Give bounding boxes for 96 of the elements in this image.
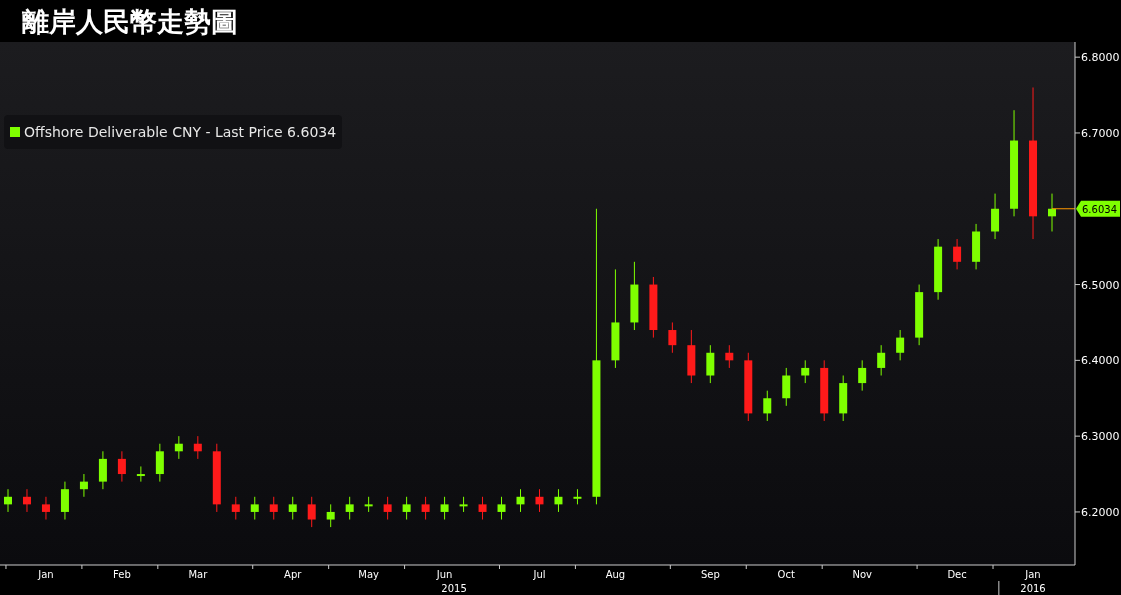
x-tick-label: Feb [113,569,131,580]
year-label: 2016 [1020,583,1046,594]
candlestick [136,465,145,483]
x-tick-label: Dec [947,569,967,580]
candlestick [687,329,696,384]
candlestick [934,238,943,301]
candlestick [915,284,924,346]
x-tick-label: Sep [700,569,720,580]
y-tick-label: 6.2000 [1081,505,1120,519]
x-tick-label: Apr [284,569,303,580]
last-price-tag: 6.6034 [1076,200,1120,217]
x-tick-label: Jun [435,569,453,580]
candlestick [364,496,373,513]
y-axis-tick: 6.4000 [1074,354,1120,368]
candlestick [231,496,240,520]
candlestick [440,496,449,520]
y-axis-tick: 6.3000 [1074,430,1120,444]
chart-title: 離岸人民幣走勢圖 [22,7,238,35]
x-axis-tick: Jul [499,564,546,580]
x-axis-tick: Nov [821,564,872,580]
x-tick-label: Jul [532,569,546,580]
candlestick [877,344,886,376]
x-axis-tick: Aug [574,564,626,580]
candlestick [801,359,810,384]
candlestick [1048,193,1056,232]
x-axis-tick: Feb [81,564,131,580]
candlestick [763,390,772,422]
candlestick [459,496,468,513]
y-tick-label: 6.8000 [1081,51,1120,65]
candlestick [820,359,829,422]
candlestick [402,496,411,520]
x-axis-tick: May [328,564,379,580]
candlestick [706,344,715,384]
x-axis-tick: Oct [745,564,795,580]
candlestick [288,496,297,520]
candlestick [4,488,12,513]
x-tick-label: Nov [852,569,873,580]
last-price-line [1051,208,1076,210]
y-axis-tick: 6.5000 [1074,278,1120,292]
candlestick [516,488,525,513]
candlestick [421,496,430,520]
candlestick [212,443,221,513]
x-tick-label: Mar [188,569,209,580]
candlestick [896,329,905,361]
x-axis-tick: Dec [916,564,967,580]
candlestick [782,367,791,407]
candlestick [326,503,335,528]
candlestick [193,435,202,460]
y-tick-label: 6.3000 [1081,430,1120,444]
legend-label: Offshore Deliverable CNY - Last Price 6.6034 [24,122,337,142]
candlestick [839,375,848,422]
x-tick-label: Jan [1024,569,1041,580]
x-axis-tick: Jan [5,564,54,580]
candlestick [478,496,487,520]
x-axis-tick: Jun [404,564,453,580]
y-axis-tick: 6.7000 [1074,126,1120,140]
y-axis-tick: 6.2000 [1074,505,1120,519]
candlestick [383,496,392,520]
x-tick-label: Jan [37,569,54,580]
x-axis-tick: Apr [252,564,302,580]
candlestick [668,321,677,354]
candlestick [497,496,506,520]
x-tick-label: May [358,569,380,580]
candlestick [174,435,183,460]
candlestick [953,238,962,270]
x-tick-label: Oct [777,569,795,580]
candlestick [858,359,867,392]
x-tick-label: Aug [605,569,626,580]
candlestick [554,488,563,513]
y-tick-label: 6.4000 [1081,354,1120,368]
candlestick [535,488,544,513]
candlestick [60,481,69,520]
y-tick-label: 6.5000 [1081,278,1120,292]
candlestick [649,276,658,339]
candlestick [307,496,316,528]
candlestick [98,450,107,490]
candlestick [345,496,354,520]
candlestick [23,488,31,513]
x-axis-tick: Mar [157,564,208,580]
candlestick [972,223,981,270]
candlestick [117,450,126,483]
candlestick [725,344,734,369]
candlestick [744,352,753,422]
x-axis-tick: Jan [992,564,1041,580]
year-label: 2015 [441,583,467,594]
candlestick [79,473,88,498]
candlestick [155,443,164,483]
candlestick [991,193,1000,240]
candlestick [269,496,278,520]
y-axis-tick: 6.8000 [1074,51,1120,65]
candlestick [573,488,582,505]
x-axis-tick: Sep [669,564,720,580]
candlestick [250,496,259,520]
y-tick-label: 6.7000 [1081,126,1120,140]
candlestick [41,496,50,520]
candlestick [630,261,639,331]
